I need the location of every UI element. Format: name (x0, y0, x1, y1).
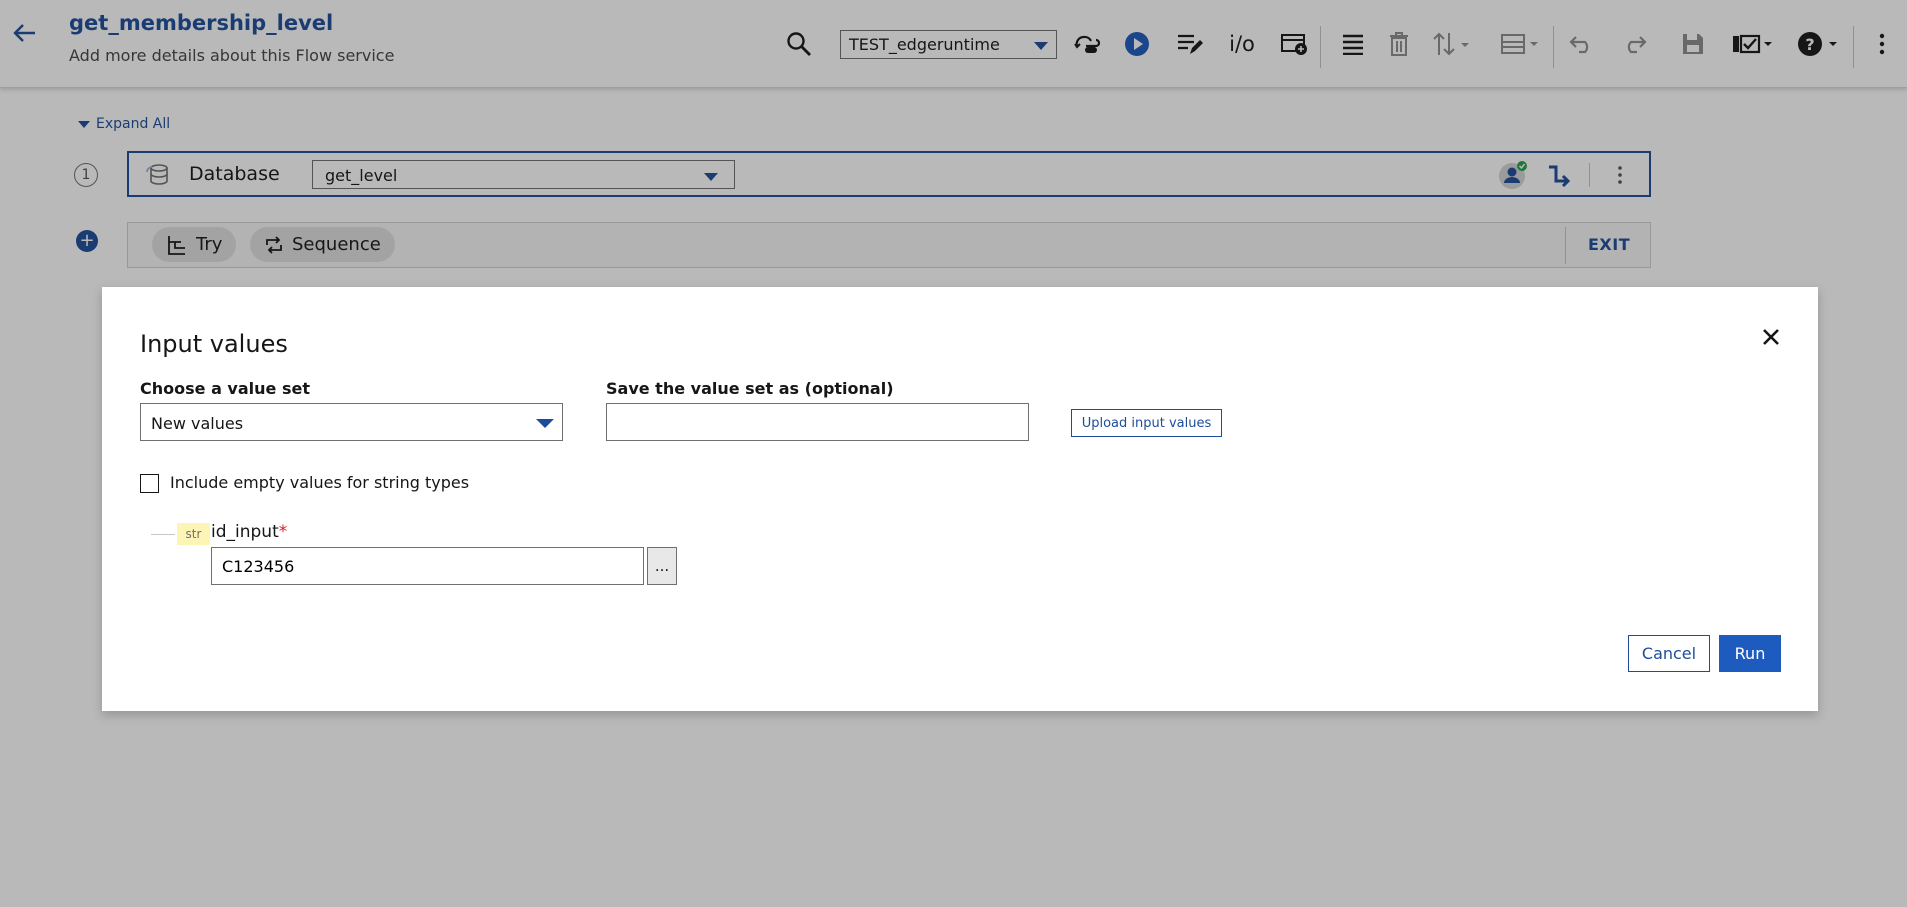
field-more-button[interactable]: ... (647, 547, 677, 585)
close-icon[interactable] (1758, 324, 1784, 350)
type-badge: str (177, 523, 210, 545)
field-name-text: id_input (211, 522, 279, 542)
id-input-field[interactable] (211, 547, 644, 585)
value-set-select[interactable]: New values (140, 403, 563, 441)
tree-connector (151, 534, 175, 535)
required-mark: * (278, 522, 288, 542)
input-values-modal: Input values Choose a value set New valu… (102, 287, 1818, 711)
include-empty-values-checkbox[interactable] (140, 474, 159, 493)
run-button[interactable]: Run (1719, 635, 1781, 672)
save-value-set-label: Save the value set as (optional) (606, 379, 894, 398)
include-empty-values-label: Include empty values for string types (170, 473, 470, 492)
modal-title: Input values (140, 330, 288, 358)
value-set-label: Choose a value set (140, 379, 310, 398)
save-value-set-input[interactable] (606, 403, 1029, 441)
field-name: id_input* (211, 522, 287, 542)
chevron-down-icon (536, 419, 554, 428)
value-set-value: New values (151, 414, 244, 433)
cancel-button[interactable]: Cancel (1628, 635, 1710, 672)
upload-input-values-button[interactable]: Upload input values (1071, 409, 1222, 437)
